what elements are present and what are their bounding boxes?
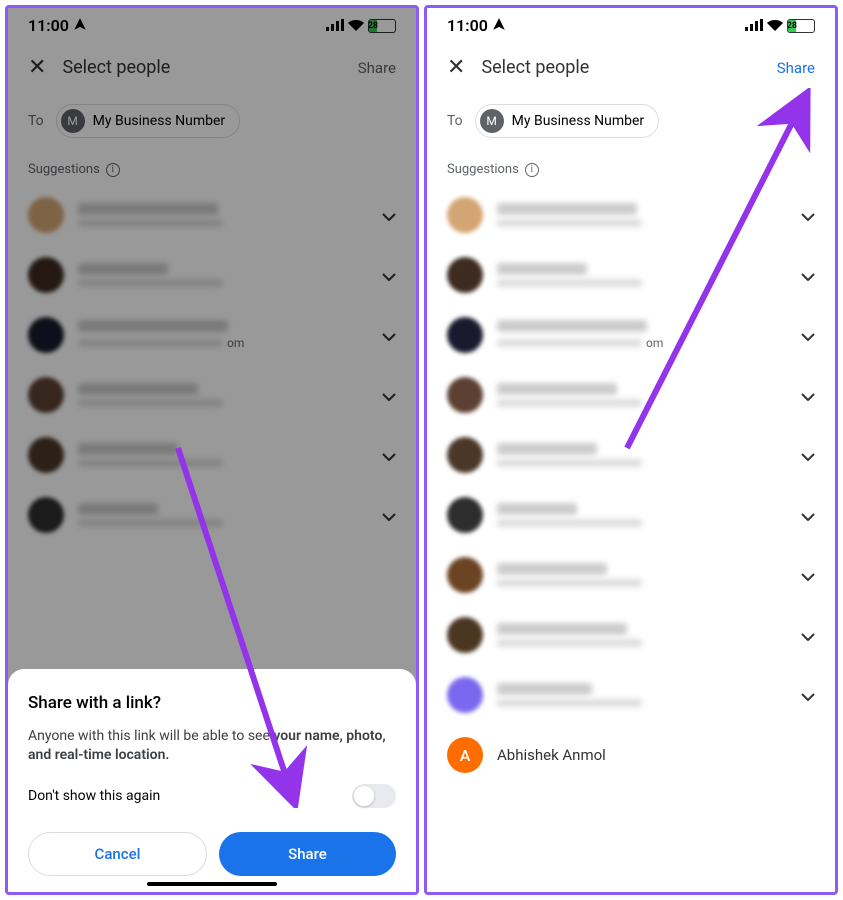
bottom-sheet: Share with a link? Anyone with this link… (8, 669, 416, 892)
suggestions-header: Suggestions i (427, 154, 835, 185)
contact-row[interactable]: A Abhishek Anmol (427, 725, 835, 785)
contact-info (497, 443, 787, 467)
chevron-down-icon[interactable] (801, 566, 815, 585)
contact-row[interactable] (427, 185, 835, 245)
contact-avatar (447, 557, 483, 593)
contact-info: om (497, 320, 787, 350)
contacts-list: om (427, 185, 835, 892)
status-time: 11:00 (447, 16, 488, 35)
chip-label: My Business Number (512, 113, 644, 129)
phone-left: 11:00 28 ✕ Select people Share To M My B… (5, 5, 419, 895)
page-title: Select people (481, 57, 760, 78)
contact-row[interactable] (427, 605, 835, 665)
contact-info (497, 203, 787, 227)
wifi-icon (767, 16, 783, 35)
contact-info (497, 623, 787, 647)
contact-avatar (447, 377, 483, 413)
location-icon (492, 16, 506, 35)
contact-row[interactable] (427, 365, 835, 425)
phone-right: 11:00 28 ✕ Select people Share To M My B… (424, 5, 838, 895)
contact-avatar (447, 317, 483, 353)
share-confirm-button[interactable]: Share (219, 832, 396, 876)
contact-info (497, 263, 787, 287)
contact-avatar (447, 197, 483, 233)
contact-info: Abhishek Anmol (497, 746, 815, 764)
chevron-down-icon[interactable] (801, 446, 815, 465)
contact-row[interactable] (427, 665, 835, 725)
contact-avatar (447, 257, 483, 293)
chevron-down-icon[interactable] (801, 206, 815, 225)
contact-avatar: A (447, 737, 483, 773)
contact-info (497, 383, 787, 407)
contact-avatar (447, 617, 483, 653)
chevron-down-icon[interactable] (801, 626, 815, 645)
chevron-down-icon[interactable] (801, 326, 815, 345)
sheet-title: Share with a link? (28, 693, 396, 713)
to-label: To (447, 113, 463, 129)
chevron-down-icon[interactable] (801, 506, 815, 525)
signal-icon (745, 16, 763, 35)
nav-bar: ✕ Select people Share (427, 39, 835, 96)
chevron-down-icon[interactable] (801, 386, 815, 405)
cancel-button[interactable]: Cancel (28, 832, 207, 876)
home-indicator[interactable] (147, 882, 277, 886)
contact-row[interactable] (427, 245, 835, 305)
status-bar: 11:00 28 (427, 8, 835, 39)
contact-row[interactable] (427, 545, 835, 605)
contact-info (497, 503, 787, 527)
contact-row[interactable] (427, 425, 835, 485)
dont-show-row: Don't show this again (28, 784, 396, 808)
contact-info (497, 563, 787, 587)
contact-avatar (447, 497, 483, 533)
contact-info (497, 683, 787, 707)
contact-avatar (447, 437, 483, 473)
to-row: To M My Business Number (427, 96, 835, 154)
share-button[interactable]: Share (777, 59, 815, 77)
recipient-chip[interactable]: M My Business Number (475, 104, 659, 138)
chevron-down-icon[interactable] (801, 266, 815, 285)
close-button[interactable]: ✕ (447, 55, 465, 80)
info-icon[interactable]: i (525, 163, 539, 177)
contact-row[interactable]: om (427, 305, 835, 365)
contact-row[interactable] (427, 485, 835, 545)
battery-icon: 28 (787, 19, 815, 33)
chevron-down-icon[interactable] (801, 686, 815, 705)
contact-avatar (447, 677, 483, 713)
sheet-body: Anyone with this link will be able to se… (28, 727, 396, 766)
chip-avatar: M (480, 109, 504, 133)
dont-show-toggle[interactable] (352, 784, 396, 808)
